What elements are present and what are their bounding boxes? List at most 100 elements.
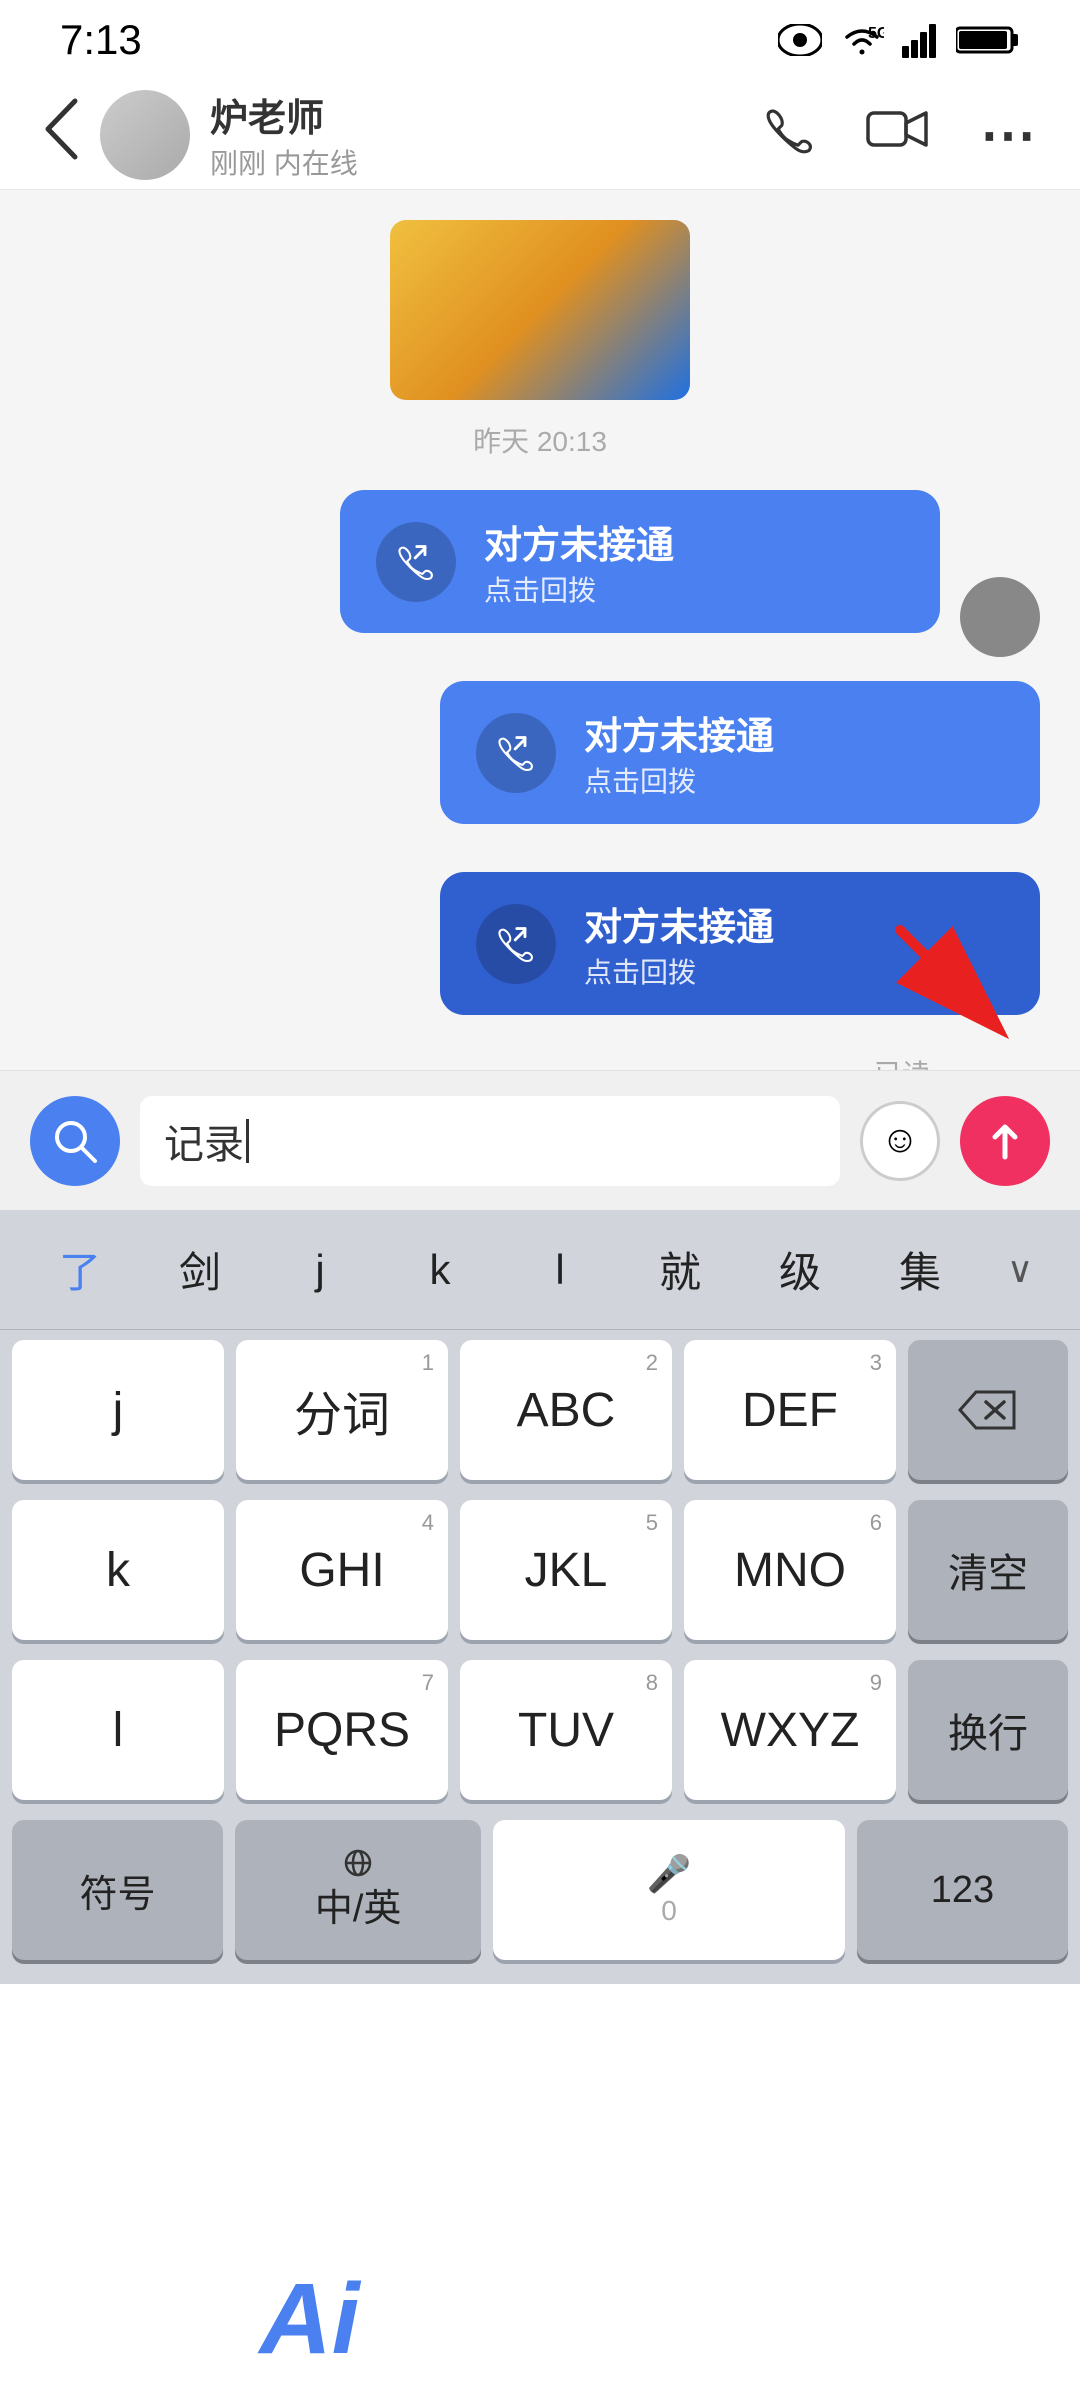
input-text: 记录	[164, 1112, 244, 1170]
key-def[interactable]: 3 DEF	[684, 1340, 896, 1480]
key-k-left[interactable]: k	[12, 1500, 224, 1640]
signal-icon	[902, 22, 938, 58]
key-8-num: 8	[646, 1670, 658, 1696]
key-6-num: 6	[870, 1510, 882, 1536]
key-def-label: DEF	[742, 1383, 838, 1438]
key-enter[interactable]: 换行	[908, 1660, 1068, 1800]
call-title-3: 对方未接通	[584, 896, 774, 951]
key-l-left-label: l	[113, 1703, 124, 1758]
read-status: 已读	[40, 1053, 930, 1070]
candidate-collapse[interactable]: ∨	[980, 1249, 1060, 1291]
call-subtitle-3: 点击回拨	[584, 951, 774, 991]
key-wxyz[interactable]: 9 WXYZ	[684, 1660, 896, 1800]
key-ghi-label: GHI	[299, 1543, 384, 1598]
send-button[interactable]	[960, 1096, 1050, 1186]
back-button[interactable]	[40, 96, 100, 174]
key-5-num: 5	[646, 1510, 658, 1536]
call-icon-3	[476, 904, 556, 984]
candidate-item-7[interactable]: 集	[860, 1229, 980, 1310]
key-mno-label: MNO	[734, 1543, 846, 1598]
emoji-icon: ☺	[881, 1119, 920, 1162]
missed-call-bubble-2[interactable]: 对方未接通 点击回拨	[440, 681, 1040, 824]
key-7-num: 7	[422, 1670, 434, 1696]
battery-icon	[956, 24, 1020, 56]
message-row-1: 对方未接通 点击回拨	[40, 490, 1040, 657]
message-row-2: 对方未接通 点击回拨	[40, 681, 1040, 848]
key-pqrs[interactable]: 7 PQRS	[236, 1660, 448, 1800]
key-j-left[interactable]: j	[12, 1340, 224, 1480]
chat-timestamp: 昨天 20:13	[40, 420, 1040, 460]
keyboard-row-2: k 4 GHI 5 JKL 6 MNO 清空	[0, 1490, 1080, 1650]
key-fenci-label: 分词	[294, 1375, 390, 1445]
key-3-num: 3	[870, 1350, 882, 1376]
key-space-num: 0	[661, 1895, 677, 1927]
key-delete[interactable]	[908, 1340, 1068, 1480]
phone-button[interactable]	[762, 102, 816, 167]
candidate-item-1[interactable]: 剑	[140, 1229, 260, 1310]
contact-info: 炉老师 刚刚 内在线	[100, 87, 762, 182]
user-avatar	[960, 577, 1040, 657]
key-2-num: 2	[646, 1350, 658, 1376]
contact-status: 刚刚 内在线	[210, 142, 358, 182]
wifi-icon: 5G	[840, 22, 884, 58]
candidate-item-3[interactable]: k	[380, 1236, 500, 1304]
search-icon-btn[interactable]	[30, 1096, 120, 1186]
candidate-item-0[interactable]: 了	[20, 1229, 140, 1310]
key-jkl[interactable]: 5 JKL	[460, 1500, 672, 1640]
key-symbol[interactable]: 符号	[12, 1820, 223, 1960]
text-input-area[interactable]: 记录	[140, 1096, 840, 1186]
call-text-3: 对方未接通 点击回拨	[584, 896, 774, 991]
call-title-1: 对方未接通	[484, 514, 674, 569]
key-1-num: 1	[422, 1350, 434, 1376]
call-icon-2	[476, 713, 556, 793]
key-lang-label: 中/英	[315, 1877, 402, 1932]
key-clear[interactable]: 清空	[908, 1500, 1068, 1640]
key-l-left[interactable]: l	[12, 1660, 224, 1800]
key-jkl-label: JKL	[525, 1543, 608, 1598]
status-time: 7:13	[60, 16, 142, 64]
key-lang[interactable]: 中/英	[235, 1820, 481, 1960]
status-bar: 7:13 5G	[0, 0, 1080, 80]
input-bar: 记录 ☺	[0, 1070, 1080, 1210]
key-9-num: 9	[870, 1670, 882, 1696]
mic-icon: 🎤	[647, 1853, 692, 1895]
red-arrow	[880, 910, 1020, 1050]
key-enter-label: 换行	[948, 1701, 1028, 1759]
keyboard: j 1 分词 2 ABC 3 DEF k 4 GHI	[0, 1330, 1080, 1984]
eye-icon	[778, 24, 822, 56]
key-mno[interactable]: 6 MNO	[684, 1500, 896, 1640]
video-button[interactable]	[866, 107, 930, 162]
key-clear-label: 清空	[948, 1541, 1028, 1599]
call-icon-1	[376, 522, 456, 602]
keyboard-row-3: l 7 PQRS 8 TUV 9 WXYZ 换行	[0, 1650, 1080, 1810]
call-subtitle-2: 点击回拨	[584, 760, 774, 800]
top-nav: 炉老师 刚刚 内在线 ⋯	[0, 80, 1080, 190]
input-cursor	[246, 1119, 249, 1163]
call-text-1: 对方未接通 点击回拨	[484, 514, 674, 609]
chat-image	[40, 220, 1040, 400]
candidate-item-6[interactable]: 级	[740, 1229, 860, 1310]
key-j-left-label: j	[113, 1383, 124, 1438]
candidate-item-4[interactable]: l	[500, 1236, 620, 1304]
candidate-item-2[interactable]: j	[260, 1236, 380, 1304]
key-space[interactable]: 🎤 0	[493, 1820, 845, 1960]
key-123[interactable]: 123	[857, 1820, 1068, 1960]
avatar	[100, 90, 190, 180]
call-text-2: 对方未接通 点击回拨	[584, 705, 774, 800]
key-abc[interactable]: 2 ABC	[460, 1340, 672, 1480]
contact-text: 炉老师 刚刚 内在线	[210, 87, 358, 182]
keyboard-bottom: 符号 中/英 🎤 0 123	[0, 1810, 1080, 1984]
key-pqrs-label: PQRS	[274, 1703, 410, 1758]
emoji-button[interactable]: ☺	[860, 1101, 940, 1181]
key-wxyz-label: WXYZ	[721, 1703, 860, 1758]
key-fenci[interactable]: 1 分词	[236, 1340, 448, 1480]
key-ghi[interactable]: 4 GHI	[236, 1500, 448, 1640]
more-button[interactable]: ⋯	[980, 102, 1040, 168]
key-abc-label: ABC	[517, 1383, 616, 1438]
key-k-left-label: k	[106, 1543, 130, 1598]
keyboard-row-1: j 1 分词 2 ABC 3 DEF	[0, 1330, 1080, 1490]
missed-call-bubble-1[interactable]: 对方未接通 点击回拨	[340, 490, 940, 633]
key-tuv[interactable]: 8 TUV	[460, 1660, 672, 1800]
candidate-item-5[interactable]: 就	[620, 1229, 740, 1310]
candidate-bar: 了 剑 j k l 就 级 集 ∨	[0, 1210, 1080, 1330]
